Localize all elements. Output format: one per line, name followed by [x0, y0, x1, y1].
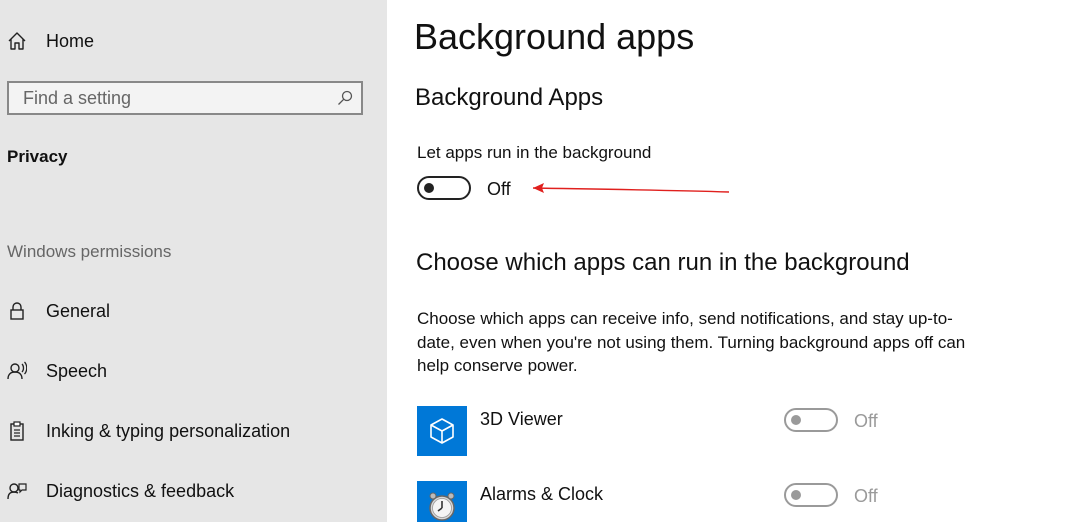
background-apps-toggle[interactable]	[417, 176, 471, 200]
search-box	[7, 81, 363, 115]
speech-icon	[6, 360, 28, 382]
toggle-knob	[424, 183, 434, 193]
group-heading: Windows permissions	[7, 242, 172, 261]
sidebar: Home Privacy Windows permissions General	[0, 0, 387, 522]
clock-icon	[417, 481, 467, 522]
search-icon[interactable]	[337, 90, 353, 106]
section-subheading: Background Apps	[415, 84, 604, 111]
section-heading: Privacy	[7, 147, 68, 166]
main-content: Background apps Background Apps Let apps…	[387, 0, 1078, 522]
cube-icon	[417, 406, 467, 456]
sidebar-item-general[interactable]: General	[0, 291, 387, 331]
toggle-knob	[791, 415, 801, 425]
sidebar-item-diagnostics[interactable]: Diagnostics & feedback	[0, 471, 387, 511]
settings-window: Home Privacy Windows permissions General	[0, 0, 1078, 522]
choose-apps-heading: Choose which apps can run in the backgro…	[416, 249, 910, 276]
sidebar-item-speech[interactable]: Speech	[0, 351, 387, 391]
nav-home[interactable]: Home	[0, 21, 387, 61]
app-toggle-alarms-clock[interactable]	[784, 483, 838, 507]
app-toggle-3d-viewer[interactable]	[784, 408, 838, 432]
sidebar-item-inking[interactable]: Inking & typing personalization	[0, 411, 387, 451]
background-toggle-label: Let apps run in the background	[417, 143, 652, 162]
sidebar-item-label: General	[46, 300, 111, 321]
app-toggle-state: Off	[854, 486, 878, 506]
feedback-icon	[6, 480, 28, 502]
annotation-arrow	[532, 183, 730, 193]
toggle-knob	[791, 490, 801, 500]
search-input[interactable]	[9, 83, 329, 113]
app-row-alarms-clock: Alarms & Clock Off	[417, 481, 1057, 522]
app-name: Alarms & Clock	[480, 484, 604, 504]
sidebar-item-label: Speech	[46, 360, 108, 381]
nav-home-label: Home	[46, 30, 95, 51]
app-toggle-state: Off	[854, 411, 878, 431]
sidebar-item-label: Inking & typing personalization	[46, 420, 291, 441]
home-icon	[6, 30, 28, 52]
background-toggle-state: Off	[487, 179, 511, 199]
choose-apps-description: Choose which apps can receive info, send…	[417, 309, 966, 375]
page-title: Background apps	[414, 16, 695, 57]
app-row-3d-viewer: 3D Viewer Off	[417, 406, 1057, 456]
app-name: 3D Viewer	[480, 409, 563, 429]
clipboard-icon	[6, 420, 28, 442]
lock-icon	[6, 300, 28, 322]
sidebar-item-label: Diagnostics & feedback	[46, 480, 235, 501]
